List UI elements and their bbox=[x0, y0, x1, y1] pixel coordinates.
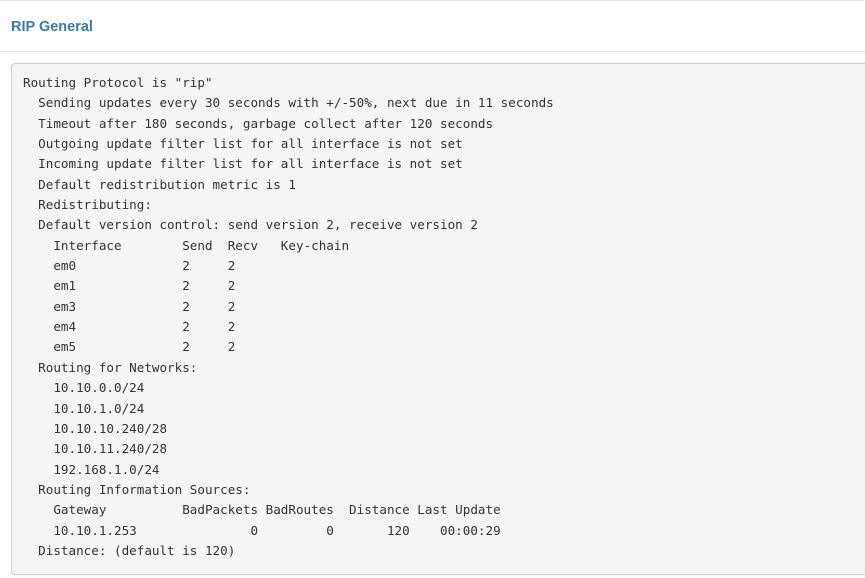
rip-status-output: Routing Protocol is "rip" Sending update… bbox=[11, 63, 865, 575]
network-item: 10.10.10.240/28 bbox=[23, 420, 168, 436]
output-line-redistribution-metric: Default redistribution metric is 1 bbox=[23, 176, 296, 192]
output-line-timeout: Timeout after 180 seconds, garbage colle… bbox=[23, 115, 494, 131]
panel-title: RIP General bbox=[11, 19, 93, 35]
output-line-outgoing-filter: Outgoing update filter list for all inte… bbox=[23, 136, 463, 152]
output-line-info-sources: Routing Information Sources: bbox=[23, 481, 251, 497]
interface-row: em3 2 2 bbox=[23, 298, 236, 314]
sources-row: 10.10.1.253 0 0 120 00:00:29 bbox=[23, 522, 501, 538]
output-line-version-control: Default version control: send version 2,… bbox=[23, 217, 478, 233]
interface-row: em0 2 2 bbox=[23, 258, 236, 274]
output-line-sending-updates: Sending updates every 30 seconds with +/… bbox=[23, 95, 554, 111]
rip-general-panel: RIP General Routing Protocol is "rip" Se… bbox=[0, 0, 865, 578]
panel-heading: RIP General bbox=[0, 1, 865, 52]
interface-row: em5 2 2 bbox=[23, 339, 236, 355]
output-line-routing-networks: Routing for Networks: bbox=[23, 359, 198, 375]
interface-row: em4 2 2 bbox=[23, 319, 236, 335]
interface-row: em1 2 2 bbox=[23, 278, 236, 294]
output-line-protocol: Routing Protocol is "rip" bbox=[23, 75, 213, 90]
sources-table-header: Gateway BadPackets BadRoutes Distance La… bbox=[23, 502, 501, 518]
output-line-distance: Distance: (default is 120) bbox=[23, 542, 236, 558]
network-item: 10.10.0.0/24 bbox=[23, 380, 145, 396]
network-item: 192.168.1.0/24 bbox=[23, 461, 160, 477]
output-line-redistributing: Redistributing: bbox=[23, 197, 152, 213]
interface-table-header: Interface Send Recv Key-chain bbox=[23, 237, 350, 253]
output-line-incoming-filter: Incoming update filter list for all inte… bbox=[23, 156, 463, 172]
network-item: 10.10.1.0/24 bbox=[23, 400, 145, 416]
network-item: 10.10.11.240/28 bbox=[23, 441, 168, 457]
